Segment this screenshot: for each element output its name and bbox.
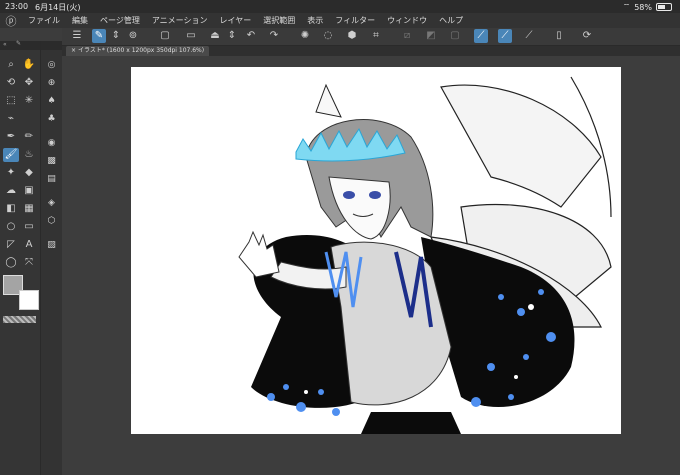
eye-right bbox=[369, 191, 381, 199]
lasso-fill-icon[interactable]: ◌ bbox=[321, 29, 335, 43]
snap-grid-icon[interactable]: ⟋ bbox=[522, 29, 536, 43]
battery-percent: 58% bbox=[634, 2, 652, 12]
eraser-icon[interactable]: ◆ bbox=[21, 166, 37, 180]
stepper-icon[interactable]: ⇕ bbox=[225, 29, 239, 43]
save-icon[interactable]: ⏏ bbox=[208, 29, 222, 43]
shape-icon[interactable]: ○ bbox=[3, 220, 19, 234]
sub-color-swatch[interactable] bbox=[19, 290, 39, 310]
blend-icon[interactable]: ☁ bbox=[3, 184, 19, 198]
ruler-icon[interactable]: ◸ bbox=[3, 238, 19, 252]
brush-command-icon[interactable]: ✎ bbox=[92, 29, 106, 43]
wing-upper bbox=[440, 84, 602, 208]
redo-icon[interactable]: ↷ bbox=[267, 29, 281, 43]
canvas-tab-title: イラスト* (1600 x 1200px 350dpi 107.6%) bbox=[77, 47, 205, 54]
sparkle-icon[interactable]: ✦ bbox=[3, 166, 19, 180]
layers-stack-icon[interactable]: ◈ bbox=[44, 196, 59, 210]
menu-filter[interactable]: フィルター bbox=[329, 15, 381, 26]
legs bbox=[361, 412, 461, 434]
grid-icon[interactable]: ▩ bbox=[44, 154, 59, 168]
close-icon[interactable]: × bbox=[71, 47, 78, 54]
pencil-icon[interactable]: ✏ bbox=[21, 130, 37, 144]
illustration bbox=[238, 76, 612, 434]
arrows-icon[interactable]: ⇕ bbox=[109, 29, 123, 43]
snap-ruler-icon[interactable]: ⟋ bbox=[474, 29, 488, 43]
battery-icon bbox=[656, 3, 672, 11]
clear-icon[interactable]: ✺ bbox=[298, 29, 312, 43]
balloon-icon[interactable]: ◯ bbox=[3, 256, 19, 270]
rotate-icon[interactable]: ⟲ bbox=[3, 76, 19, 90]
transform-icon[interactable]: ⌗ bbox=[369, 29, 383, 43]
clip-studio-logo-icon[interactable]: ⓟ bbox=[0, 13, 22, 29]
tool-palette: «✎ ⌕ ✋ ⟲ ✥ ⬚ ✳ ⌁ ✒ ✏ 🖌 ♨ ✦ ◆ ☁ ▣ ◧ ▦ ○ ▭… bbox=[0, 40, 41, 475]
menu-bar: ⓟ ファイル 編集 ページ管理 アニメーション レイヤー 選択範囲 表示 フィル… bbox=[0, 13, 680, 28]
tool-palette-header: «✎ bbox=[0, 40, 40, 50]
layer-icon-3[interactable]: ♠ bbox=[44, 94, 59, 108]
move-icon[interactable]: ✥ bbox=[21, 76, 37, 90]
open-icon[interactable]: ▭ bbox=[184, 29, 198, 43]
eye-left bbox=[343, 191, 355, 199]
brush-icon[interactable]: 🖌 bbox=[3, 148, 19, 162]
pen-icon[interactable]: ✒ bbox=[3, 130, 19, 144]
hand-icon[interactable]: ✋ bbox=[21, 58, 37, 72]
ear bbox=[315, 83, 342, 118]
magnifier-icon[interactable]: ⌕ bbox=[3, 58, 19, 72]
eyedropper-icon[interactable]: ⌁ bbox=[3, 112, 19, 126]
ios-status-bar: 23:00 6月14日(火) ⌔ 58% bbox=[0, 0, 680, 13]
menu-file[interactable]: ファイル bbox=[22, 15, 66, 26]
snap-special-icon[interactable]: ⟋ bbox=[498, 29, 512, 43]
navigator-icon[interactable]: ◉ bbox=[44, 136, 59, 150]
decoration-icon[interactable]: ▣ bbox=[21, 184, 37, 198]
sub-tool-header bbox=[41, 41, 62, 50]
canvas[interactable] bbox=[131, 67, 621, 434]
menu-animation[interactable]: アニメーション bbox=[146, 15, 214, 26]
crop-icon[interactable]: ▢ bbox=[448, 29, 462, 43]
transparent-color-swatch[interactable] bbox=[3, 316, 36, 323]
menu-help[interactable]: ヘルプ bbox=[433, 15, 469, 26]
canvas-tab-bar: × イラスト* (1600 x 1200px 350dpi 107.6%) bbox=[62, 46, 680, 56]
menu-view[interactable]: 表示 bbox=[301, 15, 329, 26]
gradient-icon[interactable]: ▦ bbox=[21, 202, 37, 216]
collapse-icon[interactable]: « bbox=[3, 41, 7, 48]
fill-icon[interactable]: ◧ bbox=[3, 202, 19, 216]
panel-icon[interactable]: ▤ bbox=[44, 172, 59, 186]
hand bbox=[238, 230, 280, 278]
deselect-icon[interactable]: ⧄ bbox=[400, 29, 414, 43]
undo-icon[interactable]: ↶ bbox=[244, 29, 258, 43]
layer-icon-1[interactable]: ◎ bbox=[44, 58, 59, 72]
canvas-tab[interactable]: × イラスト* (1600 x 1200px 350dpi 107.6%) bbox=[66, 46, 210, 56]
status-date: 6月14日(火) bbox=[35, 3, 81, 12]
frame-icon[interactable]: ▭ bbox=[21, 220, 37, 234]
material-icon[interactable]: ⬡ bbox=[44, 214, 59, 228]
selection-rect-icon[interactable]: ⬚ bbox=[3, 94, 19, 108]
face bbox=[328, 176, 391, 240]
image-icon[interactable]: ▨ bbox=[44, 238, 59, 252]
menu-toggle-icon[interactable]: ☰ bbox=[70, 29, 84, 43]
menu-selection[interactable]: 選択範囲 bbox=[257, 15, 301, 26]
new-icon[interactable]: ▢ bbox=[158, 29, 172, 43]
pen-small-icon: ✎ bbox=[16, 40, 22, 47]
smart-icon[interactable]: ⟳ bbox=[580, 29, 594, 43]
sub-tool-strip: ◎ ⊕ ♠ ♣ ◉ ▩ ▤ ◈ ⬡ ▨ bbox=[41, 41, 63, 475]
airbrush-icon[interactable]: ♨ bbox=[21, 148, 37, 162]
correction-icon[interactable]: ⤧ bbox=[21, 256, 37, 270]
view-icon[interactable]: ⊚ bbox=[126, 29, 140, 43]
status-time: 23:00 bbox=[5, 2, 29, 11]
device-icon[interactable]: ▯ bbox=[552, 29, 566, 43]
invert-icon[interactable]: ◩ bbox=[424, 29, 438, 43]
status-indicators: ⌔ 58% bbox=[623, 2, 672, 12]
menu-page[interactable]: ページ管理 bbox=[94, 15, 146, 26]
menu-layer[interactable]: レイヤー bbox=[214, 15, 258, 26]
layer-icon-2[interactable]: ⊕ bbox=[44, 76, 59, 90]
menu-edit[interactable]: 編集 bbox=[66, 15, 94, 26]
text-icon[interactable]: A bbox=[21, 238, 37, 252]
magic-wand-icon[interactable]: ✳ bbox=[21, 94, 37, 108]
command-bar: ☰ ✎ ⇕ ⊚ ▢ ▭ ⏏ ⇕ ↶ ↷ ✺ ◌ ⬢ ⌗ ⧄ ◩ ▢ ⟋ ⟋ ⟋ … bbox=[62, 28, 680, 46]
wifi-icon: ⌔ bbox=[622, 2, 631, 11]
menu-window[interactable]: ウィンドウ bbox=[381, 15, 433, 26]
layer-icon-4[interactable]: ♣ bbox=[44, 112, 59, 126]
bucket-icon[interactable]: ⬢ bbox=[345, 29, 359, 43]
